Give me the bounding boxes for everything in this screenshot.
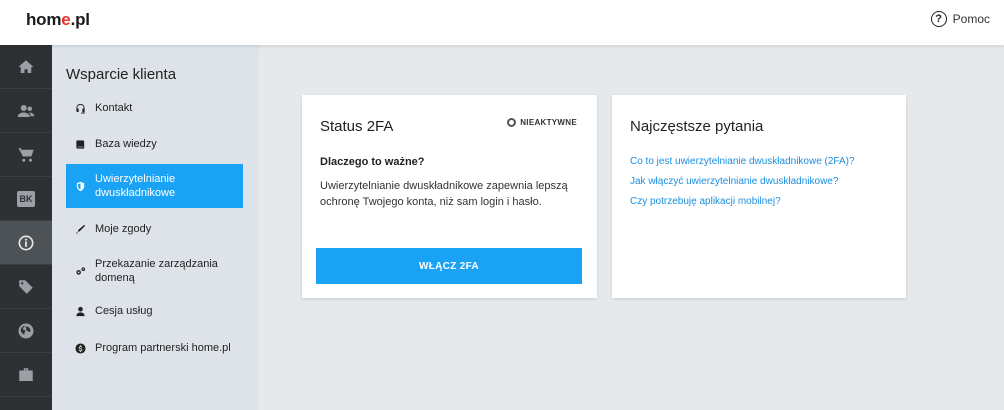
help-link[interactable]: ? Pomoc <box>930 11 990 27</box>
sidebar-item-label: Przekazanie zarządzania domeną <box>95 258 218 284</box>
tag-icon <box>19 279 33 294</box>
sidebar-item-label: Moje zgody <box>95 223 152 235</box>
card-title: Najczęstsze pytania <box>630 118 764 135</box>
home-pl-logo[interactable]: home.pl <box>26 10 90 30</box>
rail-item-users[interactable] <box>0 89 52 133</box>
card-title: Status 2FA <box>320 118 394 135</box>
description-text: Uwierzytelnianie dwuskładnikowe zapewnia… <box>320 180 568 208</box>
status-ring-icon <box>507 118 517 127</box>
rail-item-bk[interactable]: BK <box>0 177 52 221</box>
sidebar-title: Wsparcie klienta <box>66 66 177 83</box>
logo-accent: e <box>61 10 71 29</box>
sidebar-menu: Kontakt Baza wiedzy Uwierzytelnianie dwu… <box>66 97 243 359</box>
rail-item-briefcase[interactable] <box>0 353 52 397</box>
globe-icon <box>18 323 34 338</box>
sidebar-item-przekazanie-domeny[interactable]: Przekazanie zarządzania domeną <box>66 256 243 286</box>
home-icon <box>18 59 34 73</box>
sidebar-item-label: Kontakt <box>95 102 133 114</box>
users-icon <box>17 104 35 117</box>
rail-item-tag[interactable] <box>0 265 52 309</box>
sidebar-item-label: Uwierzytelnianie dwuskładnikowe <box>95 173 176 199</box>
sidebar-item-label: Program partnerski home.pl <box>95 342 231 354</box>
gears-icon <box>75 266 86 277</box>
shield-icon <box>75 181 86 192</box>
book-icon <box>75 139 86 150</box>
status-text: NIEAKTYWNE <box>520 118 577 127</box>
rail-item-globe[interactable] <box>0 309 52 353</box>
headset-icon <box>75 103 86 114</box>
faq-link-what-is-2fa[interactable]: Co to jest uwierzytelnianie dwuskładniko… <box>630 156 855 167</box>
dollar-icon <box>75 342 86 354</box>
why-heading: Dlaczego to ważne? <box>320 156 425 168</box>
card-faq: Najczęstsze pytania Co to jest uwierzyte… <box>612 95 906 298</box>
cart-icon <box>18 147 34 162</box>
sidebar-item-baza-wiedzy[interactable]: Baza wiedzy <box>66 133 243 155</box>
icon-rail: BK <box>0 45 52 410</box>
top-bar: home.pl ? Pomoc <box>0 0 1004 45</box>
logo-suffix: .pl <box>70 10 90 29</box>
briefcase-icon <box>19 367 33 381</box>
sidebar-item-cesja-uslug[interactable]: Cesja usług <box>66 300 243 322</box>
bk-icon: BK <box>17 190 35 207</box>
question-circle-icon: ? <box>930 11 947 27</box>
rail-item-home[interactable] <box>0 45 52 89</box>
status-badge: NIEAKTYWNE <box>507 118 577 127</box>
rail-item-info[interactable] <box>0 221 52 265</box>
help-label: Pomoc <box>952 12 990 26</box>
user-icon <box>75 306 86 317</box>
sidebar-item-program-partnerski[interactable]: Program partnerski home.pl <box>66 337 243 359</box>
rail-item-cart[interactable] <box>0 133 52 177</box>
sidebar-item-2fa[interactable]: Uwierzytelnianie dwuskładnikowe <box>66 164 243 208</box>
support-sidebar: Wsparcie klienta Kontakt Baza wiedzy Uwi… <box>52 45 258 410</box>
sidebar-item-label: Baza wiedzy <box>95 138 157 150</box>
logo-prefix: hom <box>26 10 62 29</box>
faq-link-mobile-app[interactable]: Czy potrzebuję aplikacji mobilnej? <box>630 196 855 207</box>
info-icon <box>18 235 34 250</box>
sidebar-item-kontakt[interactable]: Kontakt <box>66 97 243 119</box>
faq-list: Co to jest uwierzytelnianie dwuskładniko… <box>630 156 855 216</box>
sidebar-item-moje-zgody[interactable]: Moje zgody <box>66 218 243 240</box>
sidebar-item-label: Cesja usług <box>95 305 153 317</box>
pen-icon <box>75 224 86 235</box>
card-2fa-status: Status 2FA NIEAKTYWNE Dlaczego to ważne?… <box>302 95 597 298</box>
faq-link-how-to-enable[interactable]: Jak włączyć uwierzytelnianie dwuskładnik… <box>630 176 855 187</box>
enable-2fa-button[interactable]: WŁĄCZ 2FA <box>316 248 582 284</box>
